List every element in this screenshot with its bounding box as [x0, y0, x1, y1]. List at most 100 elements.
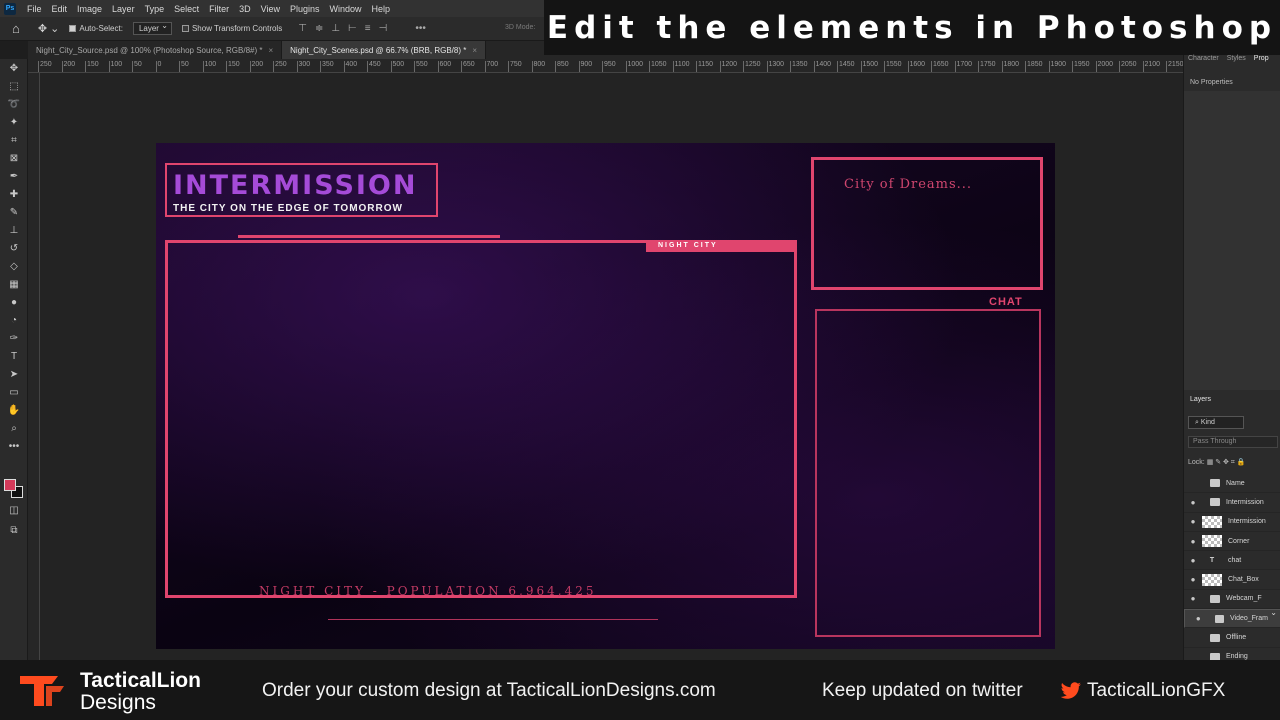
blend-mode-dropdown[interactable]: Pass Through: [1188, 436, 1278, 448]
layer-row[interactable]: ● Name: [1184, 474, 1280, 494]
visibility-eye-icon[interactable]: ●: [1184, 479, 1202, 488]
ruler-tick: 100: [202, 61, 216, 72]
layer-row[interactable]: ● Tchat: [1184, 551, 1280, 571]
auto-select-dropdown[interactable]: Layer: [132, 21, 172, 35]
layer-row[interactable]: ● Video_Fram: [1184, 608, 1280, 629]
ruler-tick: 1050: [649, 61, 667, 72]
layer-row[interactable]: ● Corner: [1184, 532, 1280, 552]
healing-brush-icon[interactable]: ✚: [0, 185, 28, 203]
layer-row[interactable]: ● Intermission: [1184, 493, 1280, 513]
document-canvas[interactable]: INTERMISSION THE CITY ON THE EDGE OF TOM…: [156, 143, 1055, 649]
menu-type[interactable]: Type: [140, 4, 170, 14]
visibility-eye-icon[interactable]: ●: [1184, 498, 1202, 507]
auto-select-checkbox[interactable]: [69, 25, 77, 32]
visibility-eye-icon[interactable]: ●: [1184, 594, 1202, 603]
show-transform-toggle[interactable]: Show Transform Controls: [181, 24, 282, 33]
path-select-icon[interactable]: ➤: [0, 365, 28, 383]
crop-tool-icon[interactable]: ⌗: [0, 131, 28, 149]
visibility-eye-icon[interactable]: ●: [1184, 633, 1202, 642]
menu-window[interactable]: Window: [325, 4, 367, 14]
foreground-color-swatch[interactable]: [4, 479, 16, 491]
auto-select-toggle[interactable]: Auto-Select:: [69, 24, 123, 33]
visibility-eye-icon[interactable]: ●: [1184, 537, 1202, 546]
tab-character[interactable]: Character: [1184, 55, 1223, 65]
ruler-tick: 150: [85, 61, 99, 72]
brand-name-line2: Designs: [80, 691, 156, 714]
menu-help[interactable]: Help: [367, 4, 396, 14]
menu-select[interactable]: Select: [169, 4, 204, 14]
visibility-eye-icon[interactable]: ●: [1184, 556, 1202, 565]
eraser-icon[interactable]: ◇: [0, 257, 28, 275]
ruler-tick: 100: [108, 61, 122, 72]
edit-toolbar-icon[interactable]: •••: [0, 437, 28, 455]
lock-icons[interactable]: ▦ ✎ ✥ ⌗ 🔒: [1207, 459, 1246, 466]
history-brush-icon[interactable]: ↺: [0, 239, 28, 257]
frame-tool-icon[interactable]: ⊠: [0, 149, 28, 167]
intermission-title-frame: INTERMISSION THE CITY ON THE EDGE OF TOM…: [165, 163, 438, 217]
layer-row[interactable]: ● Chat_Box: [1184, 570, 1280, 590]
quick-mask-icon[interactable]: ◫: [0, 501, 28, 519]
align-top-icon[interactable]: ⊤: [298, 23, 307, 34]
visibility-eye-icon[interactable]: ●: [1190, 614, 1207, 623]
more-options-icon[interactable]: •••: [415, 23, 426, 34]
shape-tool-icon[interactable]: ▭: [0, 383, 28, 401]
layer-name: Video_Fram: [1229, 615, 1268, 623]
align-buttons: ⊤ ≑ ⊥ ⊢ ≡ ⊣ •••: [298, 23, 426, 34]
ruler-tick: 400: [343, 61, 357, 72]
twitter-bird-icon: [1060, 682, 1081, 699]
ruler-tick: 1600: [907, 61, 925, 72]
pen-tool-icon[interactable]: ✑: [0, 329, 28, 347]
stamp-tool-icon[interactable]: ⊥: [0, 221, 28, 239]
align-left-icon[interactable]: ⊢: [348, 23, 357, 34]
brush-tool-icon[interactable]: ✎: [0, 203, 28, 221]
ruler-tick: 800: [531, 61, 545, 72]
layer-row[interactable]: ● Intermission: [1184, 513, 1280, 532]
menu-edit[interactable]: Edit: [47, 4, 73, 14]
visibility-eye-icon[interactable]: ●: [1184, 517, 1202, 526]
menu-layer[interactable]: Layer: [107, 4, 140, 14]
show-transform-checkbox[interactable]: [181, 25, 189, 32]
menu-image[interactable]: Image: [72, 4, 107, 14]
type-tool-icon[interactable]: T: [0, 347, 28, 365]
ruler-tick: 1000: [625, 61, 643, 72]
screen-mode-icon[interactable]: ⧉: [0, 521, 28, 539]
menu-plugins[interactable]: Plugins: [285, 4, 325, 14]
eyedropper-icon[interactable]: ✒: [0, 167, 28, 185]
close-icon[interactable]: ×: [268, 46, 273, 55]
tab-properties[interactable]: Prop: [1250, 55, 1273, 65]
layers-panel-title[interactable]: Layers: [1190, 396, 1211, 403]
visibility-eye-icon[interactable]: ●: [1184, 575, 1202, 584]
move-tool-icon[interactable]: ✥ ⌄: [38, 22, 60, 35]
menu-view[interactable]: View: [256, 4, 285, 14]
tab-styles[interactable]: Styles: [1223, 55, 1250, 65]
layer-row[interactable]: ● Webcam_F: [1184, 590, 1280, 610]
home-icon[interactable]: ⌂: [12, 21, 20, 36]
layer-thumbnail: [1202, 535, 1222, 548]
tab-scenes[interactable]: Night_City_Scenes.psd @ 66.7% (BRB, RGB/…: [282, 41, 487, 59]
align-right-icon[interactable]: ⊣: [379, 23, 388, 34]
layer-thumbnail: [1202, 573, 1222, 586]
marquee-tool-icon[interactable]: ⬚: [0, 77, 28, 95]
text-layer-icon: T: [1209, 556, 1215, 564]
layer-row[interactable]: ● Offline: [1184, 628, 1280, 648]
blur-tool-icon[interactable]: ●: [0, 293, 28, 311]
ruler-tick: 1700: [954, 61, 972, 72]
align-middle-icon[interactable]: ≑: [315, 23, 323, 34]
menu-filter[interactable]: Filter: [204, 4, 234, 14]
dodge-tool-icon[interactable]: ◔: [0, 311, 28, 329]
hand-tool-icon[interactable]: ✋: [0, 401, 28, 419]
tab-source[interactable]: Night_City_Source.psd @ 100% (Photoshop …: [28, 41, 283, 59]
layer-kind-filter[interactable]: ⌕ Kind: [1188, 416, 1244, 429]
zoom-tool-icon[interactable]: ⌕: [0, 419, 28, 437]
lasso-tool-icon[interactable]: ➰: [0, 95, 28, 113]
properties-panel: Character Styles Prop No Properties: [1183, 55, 1280, 391]
gradient-tool-icon[interactable]: ▦: [0, 275, 28, 293]
lock-controls: Lock: ▦ ✎ ✥ ⌗ 🔒: [1188, 458, 1245, 467]
align-bottom-icon[interactable]: ⊥: [331, 23, 340, 34]
move-tool-icon[interactable]: ✥: [0, 59, 28, 77]
magic-wand-icon[interactable]: ✦: [0, 113, 28, 131]
align-center-icon[interactable]: ≡: [365, 23, 371, 34]
menu-3d[interactable]: 3D: [234, 4, 256, 14]
menu-file[interactable]: File: [22, 4, 47, 14]
close-icon[interactable]: ×: [472, 46, 477, 55]
